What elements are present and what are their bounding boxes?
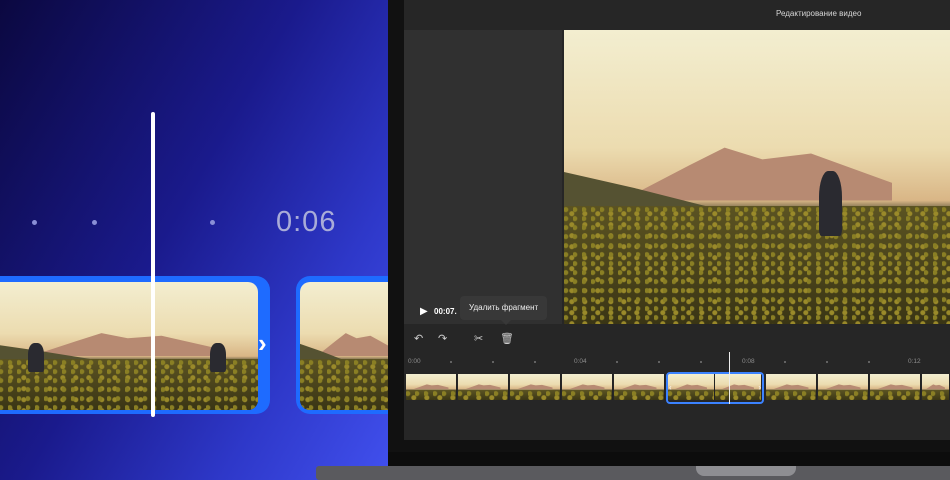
ruler-dot xyxy=(534,361,536,363)
ruler-dot xyxy=(784,361,786,363)
current-time: 00:07. xyxy=(434,307,457,316)
track-frame xyxy=(766,374,817,400)
play-icon[interactable]: ▶ xyxy=(420,306,428,317)
delete-fragment-tooltip: Удалить фрагмент xyxy=(460,296,548,320)
timeline-dot xyxy=(32,220,37,225)
ruler-dot xyxy=(868,361,870,363)
track-frame xyxy=(458,374,509,400)
track-frame xyxy=(614,374,665,400)
stage: 0:06 › Редактирование видео ▶ 00:07. Уда… xyxy=(0,0,950,480)
editor-topbar: Редактирование видео xyxy=(404,0,950,28)
track-frame xyxy=(818,374,869,400)
ruler-dot xyxy=(616,361,618,363)
editor-side-panel xyxy=(404,30,562,324)
ruler-dot xyxy=(450,361,452,363)
undo-icon[interactable]: ↶ xyxy=(414,332,423,346)
promo-playhead xyxy=(151,112,155,417)
timeline-dot xyxy=(92,220,97,225)
trash-icon[interactable]: 🗑 xyxy=(500,332,514,346)
video-preview[interactable] xyxy=(564,30,950,324)
scissors-icon[interactable]: ✂ xyxy=(474,332,483,346)
timeline-dot xyxy=(210,220,215,225)
ruler-dot xyxy=(492,361,494,363)
laptop-notch xyxy=(696,466,796,476)
promo-next-clip-thumbnail xyxy=(300,282,388,410)
promo-time-label: 0:06 xyxy=(276,206,337,238)
chevron-right-icon[interactable]: › xyxy=(258,330,267,356)
track-frame xyxy=(562,374,613,400)
ruler-dot xyxy=(826,361,828,363)
timeline-playhead[interactable] xyxy=(729,352,730,404)
track-frame xyxy=(406,374,457,400)
redo-icon[interactable]: ↷ xyxy=(438,332,447,346)
selected-fragment[interactable]: ‹ › xyxy=(666,372,764,404)
track-frame xyxy=(922,374,950,400)
track-frame xyxy=(510,374,561,400)
promo-panel: 0:06 › xyxy=(0,0,388,480)
promo-clip-thumbnail xyxy=(0,282,258,410)
timeline-ruler: 0:00 0:04 0:08 0:12 xyxy=(404,356,950,370)
tooltip-pointer xyxy=(501,320,511,325)
ruler-label: 0:08 xyxy=(742,358,755,365)
ruler-label: 0:04 xyxy=(574,358,587,365)
ruler-label: 0:12 xyxy=(908,358,921,365)
track-frame xyxy=(870,374,921,400)
ruler-dot xyxy=(700,361,702,363)
chevron-right-icon[interactable]: › xyxy=(758,383,761,392)
ruler-dot xyxy=(658,361,660,363)
laptop-base xyxy=(316,466,950,480)
video-editor-window: Редактирование видео ▶ 00:07. Удалить фр… xyxy=(404,0,950,440)
timeline-toolbar: ↶ ↷ ✂ 🗑 xyxy=(404,328,950,352)
ruler-label: 0:00 xyxy=(408,358,421,365)
chevron-left-icon[interactable]: ‹ xyxy=(669,383,672,392)
editor-title: Редактирование видео xyxy=(776,9,862,18)
